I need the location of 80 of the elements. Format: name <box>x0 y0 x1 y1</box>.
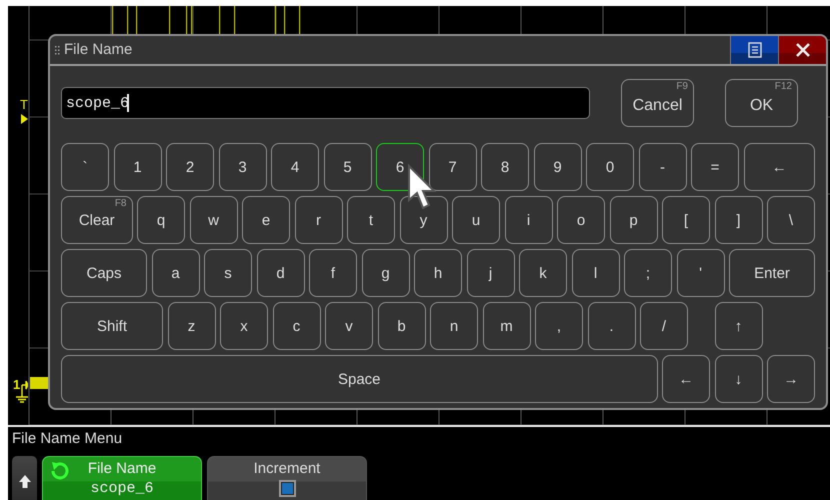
keyboard-key[interactable]: 3 <box>218 143 266 191</box>
trigger-arrow-icon <box>21 114 28 124</box>
keyboard-key[interactable]: v <box>325 302 373 350</box>
keyboard-key[interactable]: 1 <box>114 143 162 191</box>
keyboard-key[interactable]: ↓ <box>714 355 762 403</box>
menu-button[interactable] <box>730 36 778 64</box>
keyboard-key[interactable]: s <box>204 249 252 297</box>
close-button[interactable] <box>778 36 826 64</box>
keyboard-key[interactable]: r <box>294 196 342 244</box>
keyboard-key[interactable]: ] <box>714 196 762 244</box>
keyboard-key[interactable]: 5 <box>324 143 372 191</box>
keyboard-key[interactable]: Caps <box>61 249 147 297</box>
menu-icon <box>748 42 762 58</box>
keyboard-key[interactable]: l <box>572 249 620 297</box>
keyboard-key[interactable]: Shift <box>61 302 163 350</box>
keyboard-key[interactable]: m <box>482 302 530 350</box>
keyboard-key[interactable]: → <box>767 355 815 403</box>
keyboard-key[interactable]: / <box>640 302 688 350</box>
keyboard-key[interactable]: ` <box>61 143 109 191</box>
keyboard-key[interactable]: ; <box>624 249 672 297</box>
softkey[interactable]: File Name scope_6 <box>42 456 202 500</box>
keyboard-key[interactable]: k <box>519 249 567 297</box>
keyboard-key[interactable]: z <box>168 302 216 350</box>
keyboard-key[interactable]: e <box>242 196 290 244</box>
shortcut-label: F12 <box>774 81 792 92</box>
keyboard-key[interactable]: Enter <box>729 249 815 297</box>
keyboard-key[interactable]: o <box>557 196 605 244</box>
grip-icon <box>55 46 60 55</box>
keyboard-key[interactable]: ' <box>676 249 724 297</box>
back-button[interactable] <box>12 456 37 500</box>
keyboard-key[interactable]: j <box>466 249 514 297</box>
shortcut-label: F9 <box>676 81 688 92</box>
mouse-pointer-icon <box>407 164 437 212</box>
keyboard-key[interactable]: t <box>347 196 395 244</box>
shortcut-label: F8 <box>114 198 126 209</box>
softkey[interactable]: Increment <box>207 456 367 500</box>
action-button[interactable]: F9 Cancel <box>621 79 694 127</box>
keyboard-key[interactable]: F8 Clear <box>61 196 132 244</box>
trigger-marker: T <box>20 98 28 111</box>
keyboard-key[interactable]: q <box>137 196 185 244</box>
keyboard-key[interactable]: 0 <box>586 143 634 191</box>
keyboard-key[interactable]: a <box>152 249 200 297</box>
channel-marker: 1 <box>13 378 20 391</box>
keyboard-key[interactable]: p <box>610 196 658 244</box>
trace-drawing <box>30 377 48 389</box>
keyboard-key[interactable]: i <box>504 196 552 244</box>
keyboard-key[interactable]: , <box>535 302 583 350</box>
refresh-icon <box>49 461 71 481</box>
menu-title: File Name Menu <box>12 430 122 447</box>
dialog-title: File Name <box>64 40 134 60</box>
keyboard-key[interactable]: ↑ <box>714 302 762 350</box>
keyboard-key[interactable]: c <box>272 302 320 350</box>
keyboard-key[interactable]: . <box>588 302 636 350</box>
keyboard-key[interactable]: d <box>256 249 304 297</box>
keyboard-key[interactable]: - <box>638 143 686 191</box>
keyboard-key[interactable]: ← <box>744 143 815 191</box>
keyboard-key[interactable]: 8 <box>481 143 529 191</box>
file-name-field[interactable]: scope_6 <box>61 87 590 119</box>
keyboard-key[interactable]: n <box>430 302 478 350</box>
keyboard-key[interactable]: y <box>400 196 448 244</box>
keyboard-key[interactable]: w <box>190 196 238 244</box>
keyboard-key[interactable]: h <box>414 249 462 297</box>
keyboard-key[interactable]: x <box>220 302 268 350</box>
up-arrow-icon <box>18 474 30 488</box>
keyboard-key[interactable]: 4 <box>271 143 319 191</box>
close-icon <box>796 43 810 57</box>
keyboard-key[interactable]: g <box>362 249 410 297</box>
keyboard-key[interactable]: 2 <box>166 143 214 191</box>
keyboard-key[interactable]: u <box>452 196 500 244</box>
ground-icon <box>14 381 28 403</box>
keyboard-key[interactable]: 7 <box>428 143 476 191</box>
keyboard-key[interactable]: = <box>691 143 739 191</box>
keyboard-key[interactable]: [ <box>662 196 710 244</box>
keyboard-key[interactable]: 9 <box>534 143 582 191</box>
keyboard-key[interactable]: f <box>309 249 357 297</box>
keyboard-key[interactable]: \ <box>767 196 815 244</box>
action-button[interactable]: F12 OK <box>725 79 798 127</box>
keyboard-key[interactable]: ← <box>662 355 710 403</box>
keyboard-key[interactable]: Space <box>61 355 658 403</box>
keyboard-key[interactable]: b <box>378 302 426 350</box>
